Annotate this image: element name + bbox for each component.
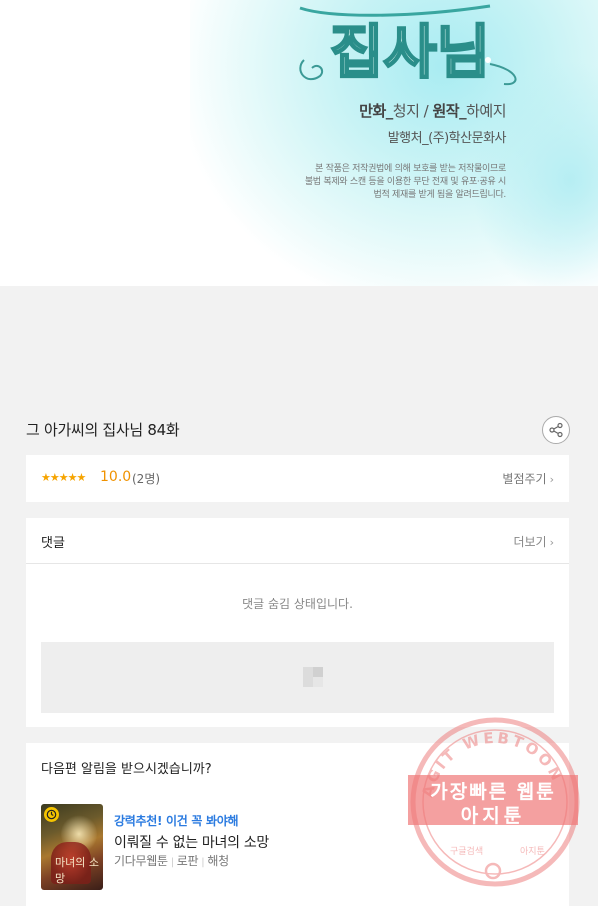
recommendation-meta: 기다무웹툰 | 로판 | 해청 (114, 852, 229, 869)
recommendation-promo: 강력추천! 이건 꼭 봐야해 (114, 814, 239, 828)
credit-orig-label: 원작_ (432, 102, 467, 120)
next-episode-question[interactable]: 다음편 알림을 받으시겠습니까? (41, 758, 212, 777)
credit-publisher: 발행처_(주)학산문화사 (387, 131, 507, 146)
credit-line-authors: 만화_청지 / 원작_하예지 (359, 100, 506, 121)
google-g-icon (484, 862, 502, 880)
credit-separator: / (419, 102, 433, 120)
copyright-line: 본 작품은 저작권법에 의해 보호를 받는 저작물이므로 (315, 164, 506, 174)
rating-count: (2명) (132, 472, 161, 486)
rec-meta-author: 해청 (207, 854, 229, 868)
rating-stars: ★★★★★ (41, 471, 86, 484)
comments-more-button[interactable]: 더보기 › (513, 533, 554, 550)
ad-placeholder[interactable] (41, 642, 554, 713)
chevron-right-icon: › (549, 536, 554, 549)
rec-meta-type: 기다무웹툰 (114, 854, 168, 868)
watermark-bottom-right: 아지툰 (520, 846, 545, 857)
comments-card: 댓글 더보기 › 댓글 숨김 상태입니다. (26, 518, 569, 727)
recommendation-thumbnail[interactable]: 마녀의 소망 (41, 804, 103, 890)
comic-credits: 만화_청지 / 원작_하예지 발행처_(주)학산문화사 (359, 100, 506, 146)
comic-logo-text: 집사님 (330, 18, 490, 86)
copyright-notice: 본 작품은 저작권법에 의해 보호를 받는 저작물이므로 불법 복제와 스캔 등… (246, 163, 506, 202)
share-button[interactable] (542, 416, 570, 444)
watermark-line2: 아지툰 (460, 805, 526, 827)
meta-divider: | (170, 857, 174, 868)
comic-panel: 집사님 만화_청지 / 원작_하예지 발행처_(주)학산문화사 본 작품은 저작… (0, 0, 598, 286)
comic-logo: 집사님 (299, 4, 517, 87)
rating-score: 10.0 (100, 469, 132, 485)
chevron-right-icon: › (549, 473, 554, 486)
rate-button-label: 별점주기 (502, 472, 547, 486)
copyright-line: 법적 제재를 받게 됨을 알려드립니다. (373, 190, 506, 200)
share-icon (549, 422, 563, 438)
recommendation-title[interactable]: 이뤄질 수 없는 마녀의 소망 (114, 832, 269, 852)
credit-art-label: 만화_ (359, 102, 393, 120)
comments-hidden-message: 댓글 숨김 상태입니다. (242, 597, 353, 611)
rate-button[interactable]: 별점주기 › (502, 470, 554, 487)
rec-meta-genre: 로판 (176, 854, 199, 868)
clock-icon (44, 807, 59, 822)
meta-divider: | (201, 857, 205, 868)
comments-header: 댓글 더보기 › (26, 518, 569, 564)
watermark-line1: 가장빠른 웹툰 (430, 781, 556, 803)
copyright-line: 불법 복제와 스캔 등을 이용한 무단 전재 및 유포·공유 시 (304, 177, 506, 187)
credit-orig-name: 하예지 (466, 102, 506, 120)
rating-card: ★★★★★ 10.0 (2명) 별점주기 › (26, 455, 569, 502)
credit-art-name: 청지 (392, 102, 420, 120)
ad-placeholder-icon (303, 667, 323, 687)
watermark-bottom-left: 구글검색 (450, 845, 483, 857)
episode-title: 그 아가씨의 집사님 84화 (26, 421, 180, 439)
thumbnail-title: 마녀의 소망 (55, 856, 99, 885)
comments-more-label: 더보기 (513, 535, 547, 549)
comments-title: 댓글 (41, 536, 65, 551)
